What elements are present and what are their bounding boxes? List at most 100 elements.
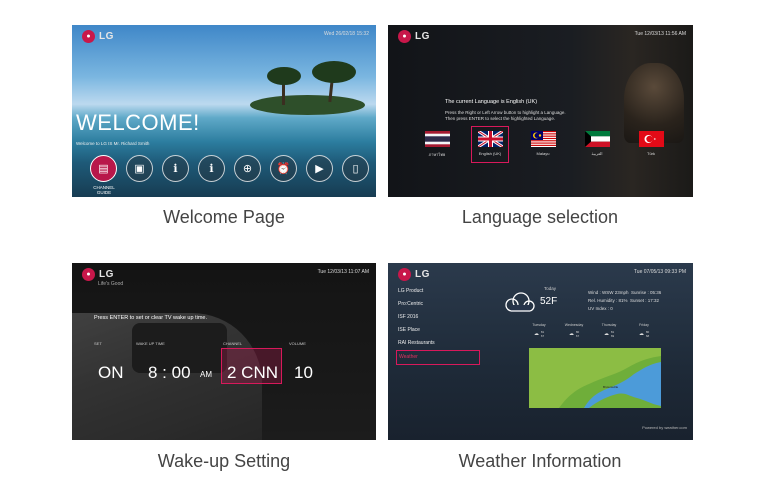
datetime: Tue 12/03/13 11:07 AM: [317, 269, 369, 275]
forecast-low: 68: [645, 334, 650, 338]
forecast-low: 67: [575, 334, 580, 338]
wakeup-time-header: WAKE UP TIME: [136, 341, 165, 346]
menu-item-ise-place[interactable]: ISE Place: [396, 324, 478, 337]
lg-logo-text: LG: [415, 269, 430, 280]
lg-logo-mark: ●: [398, 30, 411, 43]
lg-tagline: Life's Good: [98, 281, 124, 287]
datetime: Wed 26/02/18 15:32: [324, 31, 369, 37]
language-label: ภาษาไทย: [428, 152, 446, 157]
weather-information-screen: ● LG Tue 07/05/13 09:33 PM LG Product Pr…: [388, 263, 693, 440]
lg-logo-mark: ●: [82, 268, 95, 281]
forecast-day-label: Friday: [639, 323, 649, 327]
volume-header: VOLUME: [289, 341, 306, 346]
set-header: SET: [94, 341, 102, 346]
kuwait-flag: [584, 131, 610, 147]
active-icon-label: CHANNEL GUIDE: [93, 185, 115, 195]
language-option[interactable]: ภาษาไทย: [422, 131, 452, 158]
forecast-day: Wednesday ☁ 80 67: [563, 323, 585, 338]
lg-logo: ● LG: [82, 268, 114, 281]
forecast-row: Tuesday ☁ 81 67 Wednesday ☁ 80 67 Thursday…: [528, 323, 655, 338]
forecast-day: Friday ☁ 80 68: [633, 323, 655, 338]
lg-logo-mark: ●: [82, 30, 95, 43]
welcome-page-screen: ● LG Wed 26/02/18 15:32 WELCOME! Welcome…: [72, 25, 376, 197]
welcome-subline: Welcome to LG IS Mr. Richard Smith: [76, 141, 150, 146]
caption-language: Language selection: [461, 207, 619, 227]
alarm-icon[interactable]: ⏰: [270, 155, 297, 182]
caption-welcome: Welcome Page: [163, 207, 285, 227]
humidity-value: Rel. Humidity : 81%: [588, 298, 628, 303]
language-option[interactable]: Türk: [636, 131, 666, 158]
turkey-flag: [638, 131, 664, 147]
wakeup-setting-screen: ● LG Life's Good Tue 12/03/13 11:07 AM P…: [72, 263, 376, 440]
phone-icon[interactable]: ▯: [342, 155, 369, 182]
language-label: English (UK): [478, 151, 502, 156]
channel-header: CHANNEL: [223, 341, 243, 346]
forecast-day-label: Tuesday: [532, 323, 546, 327]
volume-value[interactable]: 10: [294, 363, 313, 383]
forecast-day: Thursday ☁ 81 69: [598, 323, 620, 338]
help-line: Then press ENTER to select the highlight…: [445, 116, 556, 121]
current-language: The current Language is English (UK): [445, 99, 538, 105]
cloud-icon: ☁: [568, 331, 574, 337]
cloud-icon: ☁: [638, 331, 644, 337]
language-label: Malayu: [536, 151, 550, 156]
current-temperature: 52F: [540, 296, 558, 307]
caption-wakeup: Wake-up Setting: [157, 451, 291, 471]
palm-frond: [267, 67, 301, 85]
language-option[interactable]: Malayu: [528, 131, 558, 158]
powered-by: Powered by weather.com: [642, 425, 687, 430]
lg-logo-mark: ●: [398, 268, 411, 281]
thai-flag: [424, 131, 450, 147]
side-menu: LG Product Pro:Centric ISF 2016 ISE Plac…: [396, 285, 480, 365]
menu-item-weather[interactable]: Weather: [396, 350, 480, 365]
language-selection-screen: ● LG Tue 12/03/13 11:56 AM The current L…: [388, 25, 693, 197]
lg-logo-text: LG: [99, 269, 114, 280]
malaysia-flag: [530, 131, 556, 147]
tv-icon[interactable]: ▤: [90, 155, 117, 182]
forecast-day-label: Thursday: [601, 323, 617, 327]
language-option[interactable]: العربية: [582, 131, 612, 158]
wind-value: Wind : WSW 23mph: [588, 290, 629, 295]
play-icon[interactable]: ▶: [306, 155, 333, 182]
wakeup-time-value[interactable]: 8 : 00: [148, 363, 191, 383]
uv-value: UV Index : 0: [588, 306, 613, 311]
language-label: العربية: [591, 151, 603, 156]
set-value[interactable]: ON: [98, 363, 124, 383]
island-shape: [250, 95, 365, 115]
menu-item-pro-centric[interactable]: Pro:Centric: [396, 298, 478, 311]
datetime: Tue 07/05/13 09:33 PM: [633, 269, 686, 275]
help-line: Press the Right or Left Arrow button to …: [445, 110, 566, 115]
channel-value[interactable]: 2 CNN: [227, 363, 278, 383]
map-city-label: Brownsville: [603, 385, 619, 389]
info-icon[interactable]: ℹ: [198, 155, 225, 182]
lg-logo: ● LG: [398, 268, 430, 281]
ampm-value[interactable]: AM: [200, 370, 212, 379]
language-label: Türk: [647, 151, 655, 156]
flag-row: ภาษาไทย English (UK) Malayu العربية Türk: [422, 126, 666, 163]
weather-stats: Wind : WSW 23mph Sunrise : 05:36 Rel. Hu…: [588, 290, 686, 314]
weather-map[interactable]: Brownsville: [529, 348, 661, 408]
menu-item-isf[interactable]: ISF 2016: [396, 311, 478, 324]
forecast-low: 69: [610, 334, 615, 338]
sunset-value: Sunset : 17:32: [630, 298, 660, 303]
info-icon[interactable]: ℹ: [162, 155, 189, 182]
language-message: The current Language is English (UK) Pre…: [445, 99, 645, 122]
lg-logo: ● LG: [398, 30, 430, 43]
briefcase-icon[interactable]: ▣: [126, 155, 153, 182]
palm-frond: [312, 61, 356, 83]
forecast-low: 67: [540, 334, 545, 338]
cloud-icon: ☁: [603, 331, 609, 337]
lg-logo-text: LG: [99, 31, 114, 42]
forecast-day-label: Wednesday: [564, 323, 584, 327]
caption-weather: Weather Information: [458, 451, 622, 471]
language-option-selected[interactable]: English (UK): [471, 126, 509, 163]
cloud-icon: ☁: [533, 331, 539, 337]
menu-item-lg-product[interactable]: LG Product: [396, 285, 478, 298]
datetime: Tue 12/03/13 11:56 AM: [634, 31, 686, 37]
wakeup-instruction: Press ENTER to set or clear TV wake up t…: [94, 315, 207, 321]
lg-logo-text: LG: [415, 31, 430, 42]
menu-icon-row: ▤ ▣ ℹ ℹ ⊕ ⏰ ▶ ▯: [90, 155, 369, 182]
menu-item-rai-restaurants[interactable]: RAI Restaurants: [396, 337, 478, 350]
globe-icon[interactable]: ⊕: [234, 155, 261, 182]
sunrise-value: Sunrise : 05:36: [631, 290, 662, 295]
